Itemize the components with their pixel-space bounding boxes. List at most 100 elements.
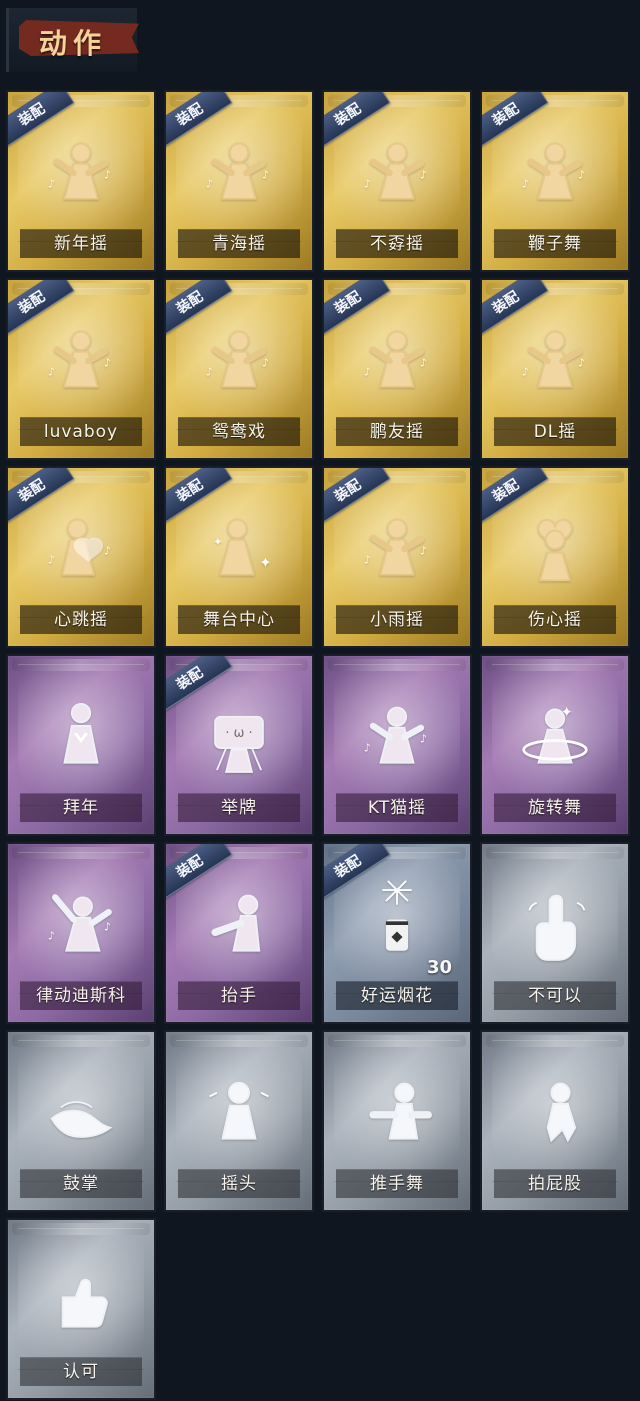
emote-card[interactable]: 装配 ♪ ♪ 心跳摇 <box>6 466 156 648</box>
emote-card[interactable]: 装配 ♪ ♪ 新年摇 <box>6 90 156 272</box>
shake-head-icon <box>166 1054 312 1172</box>
emote-card[interactable]: 鼓掌 <box>6 1030 156 1212</box>
svg-text:♪: ♪ <box>364 554 371 567</box>
emote-label: 摇头 <box>178 1169 300 1198</box>
emote-card[interactable]: 装配 ♪ ♪ DL摇 <box>480 278 630 460</box>
emote-label: 律动迪斯科 <box>20 981 142 1010</box>
svg-text:♪: ♪ <box>104 169 111 182</box>
emote-card[interactable]: 装配 ♪ ♪ luvaboy <box>6 278 156 460</box>
svg-text:♪: ♪ <box>364 742 371 755</box>
emote-label: KT猫摇 <box>336 793 458 822</box>
svg-text:♪: ♪ <box>206 178 213 191</box>
emote-grid: 装配 ♪ ♪ 新年摇 装配 ♪ ♪ 青海摇 装配 ♪ ♪ 不孬摇 装配 ♪ ♪ 鞭子舞 装配 ♪ ♪ luvaboy 装… <box>0 0 640 1401</box>
svg-text:✦: ✦ <box>561 704 573 721</box>
emote-card[interactable]: 装配 抬手 <box>164 842 314 1024</box>
svg-text:♪: ♪ <box>420 169 427 182</box>
svg-text:♪: ♪ <box>420 357 427 370</box>
pose-dance-icon: ♪ ♪ <box>8 302 154 420</box>
emote-card[interactable]: 装配 ♪ ♪ 鹏友摇 <box>322 278 472 460</box>
emote-card[interactable]: 装配 ✦ ✦ 舞台中心 <box>164 466 314 648</box>
pose-dance-icon: ♪ ♪ <box>166 114 312 232</box>
emote-card[interactable]: ♪ ♪ KT猫摇 <box>322 654 472 836</box>
svg-text:· ω ·: · ω · <box>225 726 252 741</box>
finger-wave-icon <box>482 866 628 984</box>
spank-icon <box>482 1054 628 1172</box>
emote-card[interactable]: 装配 ♪ ♪ 鞭子舞 <box>480 90 630 272</box>
pose-heart-icon: ♪ ♪ <box>8 490 154 608</box>
emote-label: 鸳鸯戏 <box>178 417 300 446</box>
emote-label: 伤心摇 <box>494 605 616 634</box>
emote-card[interactable]: 装配 ♪ ♪ 鸳鸯戏 <box>164 278 314 460</box>
emote-card[interactable]: 推手舞 <box>322 1030 472 1212</box>
svg-text:♪: ♪ <box>262 357 269 370</box>
emote-label: 鼓掌 <box>20 1169 142 1198</box>
emote-label: 小雨摇 <box>336 605 458 634</box>
svg-text:♪: ♪ <box>262 169 269 182</box>
emote-card[interactable]: ✦ 旋转舞 <box>480 654 630 836</box>
emote-label: 青海摇 <box>178 229 300 258</box>
emote-card[interactable]: 装配 ♪ ♪ 不孬摇 <box>322 90 472 272</box>
pose-sign-icon: · ω · <box>166 678 312 796</box>
emote-label: 推手舞 <box>336 1169 458 1198</box>
emote-card[interactable]: 装配 伤心摇 <box>480 466 630 648</box>
push-dance-icon <box>324 1054 470 1172</box>
emote-card[interactable]: 拍屁股 <box>480 1030 630 1212</box>
pose-bow-icon <box>8 678 154 796</box>
svg-text:♪: ♪ <box>48 366 55 379</box>
svg-text:♪: ♪ <box>364 366 371 379</box>
svg-text:♪: ♪ <box>48 930 55 943</box>
clap-icon <box>8 1054 154 1172</box>
svg-text:♪: ♪ <box>578 169 585 182</box>
pose-heart-hands-icon <box>482 490 628 608</box>
svg-text:♪: ♪ <box>522 366 529 379</box>
svg-text:♪: ♪ <box>420 733 427 746</box>
emote-label: 举牌 <box>178 793 300 822</box>
emote-card[interactable]: 拜年 <box>6 654 156 836</box>
pose-dance-icon: ♪ ♪ <box>324 302 470 420</box>
emote-label: 好运烟花 <box>336 981 458 1010</box>
emote-card[interactable]: 认可 <box>6 1218 156 1400</box>
emote-card[interactable]: 装配 · ω · 举牌 <box>164 654 314 836</box>
svg-text:♪: ♪ <box>104 921 111 934</box>
emote-card[interactable]: 装配 ♪ ♪ 小雨摇 <box>322 466 472 648</box>
svg-text:♪: ♪ <box>48 554 55 567</box>
thumbs-up-icon <box>8 1242 154 1360</box>
svg-text:♪: ♪ <box>104 545 111 558</box>
svg-text:♪: ♪ <box>48 178 55 191</box>
svg-text:✦: ✦ <box>213 535 222 548</box>
item-count: 30 <box>426 957 452 978</box>
svg-text:♪: ♪ <box>420 545 427 558</box>
pose-dance-icon: ♪ ♪ <box>324 678 470 796</box>
emote-label: 拍屁股 <box>494 1169 616 1198</box>
pose-dance-icon: ♪ ♪ <box>324 114 470 232</box>
pose-dance-icon: ♪ ♪ <box>166 302 312 420</box>
emote-label: 不孬摇 <box>336 229 458 258</box>
svg-text:♪: ♪ <box>104 357 111 370</box>
emote-card[interactable]: 摇头 <box>164 1030 314 1212</box>
pose-dance-icon: ♪ ♪ <box>482 302 628 420</box>
emote-label: 鹏友摇 <box>336 417 458 446</box>
pose-disco-icon: ♪ ♪ <box>8 866 154 984</box>
emote-label: 鞭子舞 <box>494 229 616 258</box>
emote-label: 认可 <box>20 1357 142 1386</box>
emote-card[interactable]: 装配 30 好运烟花 <box>322 842 472 1024</box>
svg-text:♪: ♪ <box>522 178 529 191</box>
pose-dance-icon: ♪ ♪ <box>324 490 470 608</box>
emote-label: luvaboy <box>20 417 142 446</box>
emote-card[interactable]: 装配 ♪ ♪ 青海摇 <box>164 90 314 272</box>
emote-label: 抬手 <box>178 981 300 1010</box>
pose-dance-icon: ♪ ♪ <box>8 114 154 232</box>
emote-card[interactable]: 不可以 <box>480 842 630 1024</box>
svg-text:♪: ♪ <box>364 178 371 191</box>
pose-dance-icon: ♪ ♪ <box>482 114 628 232</box>
svg-text:♪: ♪ <box>206 366 213 379</box>
pose-raise-hand-icon <box>166 866 312 984</box>
emote-label: DL摇 <box>494 417 616 446</box>
emote-label: 不可以 <box>494 981 616 1010</box>
emote-card[interactable]: ♪ ♪ 律动迪斯科 <box>6 842 156 1024</box>
emote-label: 舞台中心 <box>178 605 300 634</box>
svg-text:♪: ♪ <box>578 357 585 370</box>
emote-label: 拜年 <box>20 793 142 822</box>
emote-label: 新年摇 <box>20 229 142 258</box>
emote-label: 旋转舞 <box>494 793 616 822</box>
